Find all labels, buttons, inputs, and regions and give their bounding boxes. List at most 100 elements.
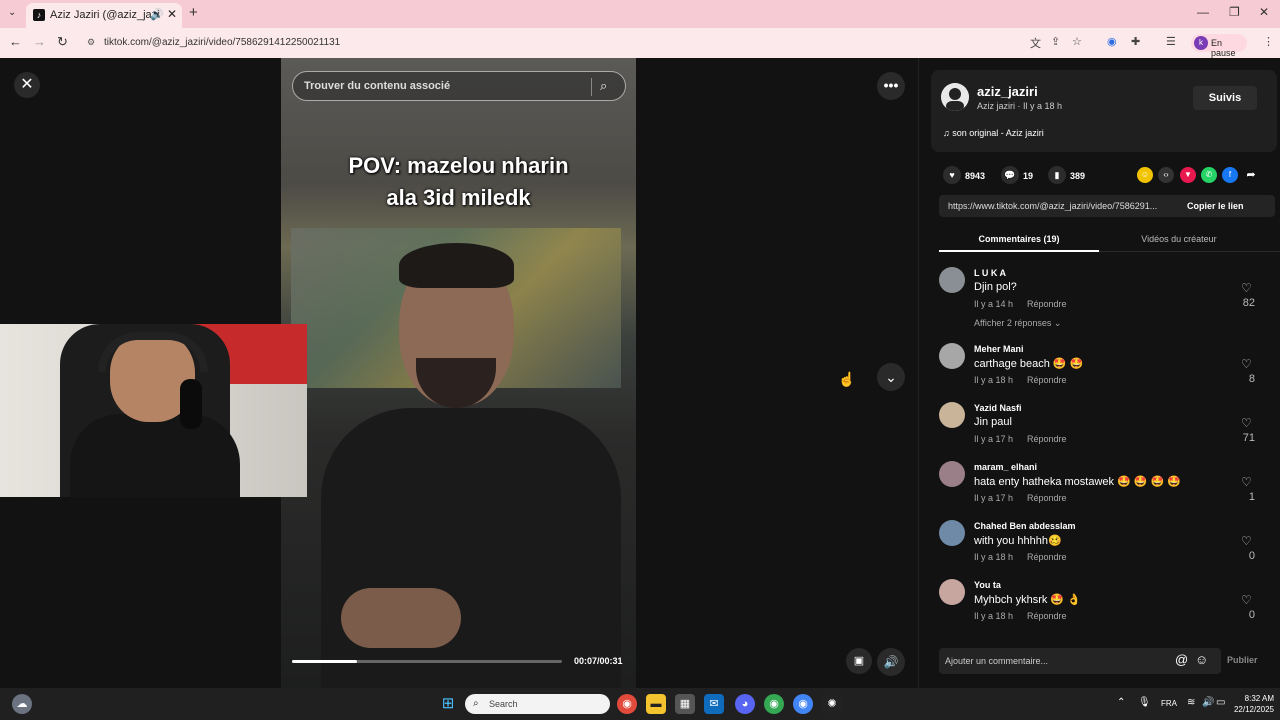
video-player[interactable]: POV: mazelou nharin ala 3id miledk [281, 58, 636, 688]
weather-widget-icon[interactable]: ☁ [12, 694, 32, 714]
volume-button[interactable]: 🔊 [877, 648, 905, 676]
comment-heart-icon[interactable]: ♡ [1241, 475, 1252, 489]
embed-code-icon[interactable]: ‹› [1158, 167, 1174, 183]
commenter-name[interactable]: Chahed Ben abdesslam [974, 521, 1076, 531]
reading-list-icon[interactable]: ☰ [1166, 35, 1176, 48]
taskbar-clock[interactable]: 8:32 AM 22/12/2025 [1228, 693, 1274, 715]
reply-button[interactable]: Répondre [1027, 611, 1067, 621]
emoji-icon[interactable]: ☺ [1195, 652, 1208, 667]
discord-icon[interactable]: ◕ [735, 694, 755, 714]
commenter-avatar[interactable] [939, 402, 965, 428]
profile-button[interactable]: k En pause [1191, 34, 1247, 58]
related-search-input[interactable]: Trouver du contenu associé ⌕ [292, 71, 626, 101]
reply-button[interactable]: Répondre [1027, 493, 1067, 503]
back-icon[interactable]: ← [9, 34, 22, 49]
taskbar-search[interactable]: ⌕ Search [465, 694, 610, 714]
whatsapp-icon[interactable]: ✆ [1201, 167, 1217, 183]
chrome-icon[interactable]: ◉ [617, 694, 637, 714]
commenter-name[interactable]: maram_ elhani [974, 462, 1037, 472]
tab-creator-videos[interactable]: Vidéos du créateur [1099, 226, 1259, 252]
reply-button[interactable]: Répondre [1027, 552, 1067, 562]
reply-button[interactable]: Répondre [1027, 299, 1067, 309]
store-icon[interactable]: ▦ [675, 694, 695, 714]
bookmark-star-icon[interactable]: ☆ [1072, 35, 1082, 48]
chrome-profile-icon[interactable]: ◉ [764, 694, 784, 714]
close-video-button[interactable]: ✕ [14, 72, 40, 98]
author-username[interactable]: aziz_jaziri [977, 84, 1038, 99]
search-icon[interactable]: ⌕ [600, 78, 607, 94]
battery-icon[interactable]: ▭ [1216, 697, 1225, 708]
reload-icon[interactable]: ↻ [57, 34, 68, 50]
video-link-url[interactable]: https://www.tiktok.com/@aziz_jaziri/vide… [948, 201, 1178, 211]
address-bar[interactable]: ⚙ tiktok.com/@aziz_jaziri/video/75862914… [82, 32, 1092, 54]
author-avatar[interactable] [941, 83, 969, 111]
send-icon[interactable]: ▼ [1180, 167, 1196, 183]
maximize-icon[interactable]: ❐ [1229, 5, 1240, 19]
comment-heart-icon[interactable]: ♡ [1241, 281, 1252, 295]
caption-line-2: ala 3id miledk [386, 185, 531, 210]
picture-in-picture-button[interactable]: ▣ [846, 648, 872, 674]
tab-close-icon[interactable]: ✕ [167, 7, 177, 21]
comment-heart-icon[interactable]: ♡ [1241, 416, 1252, 430]
install-app-icon[interactable]: ⇪ [1051, 35, 1060, 48]
comment-input[interactable]: Ajouter un commentaire... @ ☺ [939, 648, 1221, 674]
comment-heart-icon[interactable]: ♡ [1241, 357, 1252, 371]
speaker-icon[interactable]: 🔊 [1202, 697, 1214, 708]
video-caption-overlay: POV: mazelou nharin ala 3id miledk [281, 150, 636, 214]
minimize-icon[interactable]: — [1197, 5, 1209, 19]
ellipsis-icon: ••• [883, 77, 899, 93]
tray-chevron-icon[interactable]: ⌃ [1117, 697, 1125, 708]
show-replies-button[interactable]: Afficher 2 réponses ⌄ [974, 318, 1061, 329]
comment-heart-icon[interactable]: ♡ [1241, 534, 1252, 548]
reply-button[interactable]: Répondre [1027, 434, 1067, 444]
publish-button[interactable]: Publier [1227, 655, 1258, 665]
forward-icon[interactable]: → [33, 34, 46, 49]
commenter-name[interactable]: Meher Mani [974, 344, 1024, 354]
tab-audio-icon[interactable]: 🔊 [150, 8, 164, 21]
tab-list-chevron-icon[interactable]: ⌄ [8, 7, 16, 18]
commenter-name[interactable]: L U K A [974, 268, 1006, 278]
reply-button[interactable]: Répondre [1027, 375, 1067, 385]
commenter-avatar[interactable] [939, 579, 965, 605]
comment-heart-icon[interactable]: ♡ [1241, 593, 1252, 607]
wifi-icon[interactable]: ≋ [1187, 697, 1195, 708]
site-info-icon[interactable]: ⚙ [87, 37, 95, 48]
facebook-icon[interactable]: f [1222, 167, 1238, 183]
translate-icon[interactable]: 文 [1030, 35, 1041, 51]
commenter-avatar[interactable] [939, 267, 965, 293]
comment-time: Il y a 14 h [974, 299, 1014, 309]
comment-time: Il y a 18 h [974, 552, 1014, 562]
volume-icon: 🔊 [883, 655, 899, 669]
window-close-icon[interactable]: ✕ [1259, 5, 1269, 19]
commenter-avatar[interactable] [939, 461, 965, 487]
copy-link-button[interactable]: Copier le lien [1187, 201, 1244, 211]
windows-start-icon[interactable]: ⊞ [438, 694, 458, 714]
chrome-active-icon[interactable]: ◉ [793, 694, 813, 714]
browser-menu-icon[interactable]: ⋮ [1263, 35, 1274, 48]
extensions-puzzle-icon[interactable]: ✚ [1131, 35, 1140, 48]
comment-list[interactable]: L U K A Djin pol? Il y a 14 h Répondre ♡… [939, 263, 1273, 633]
microphone-tray-icon[interactable]: 🎙 [1138, 697, 1151, 708]
tab-comments[interactable]: Commentaires (19) [939, 226, 1099, 252]
mail-icon[interactable]: ✉ [704, 694, 724, 714]
new-tab-button[interactable]: + [189, 4, 198, 21]
commenter-avatar[interactable] [939, 343, 965, 369]
mention-icon[interactable]: @ [1175, 652, 1188, 667]
commenter-name[interactable]: Yazid Nasfi [974, 403, 1022, 413]
webcam-person-body [70, 414, 240, 497]
file-explorer-icon[interactable]: ▬ [646, 694, 666, 714]
friends-share-icon[interactable]: ☺ [1137, 167, 1153, 183]
browser-tab[interactable]: ♪ Aziz Jaziri (@aziz_jaziri) | Tik 🔊 ✕ [26, 3, 182, 28]
commenter-name[interactable]: You ta [974, 580, 1001, 590]
follow-button[interactable]: Suivis [1193, 86, 1257, 110]
comment-text: with you hhhhh🥴 [974, 535, 1062, 547]
share-arrow-icon[interactable]: ➦ [1243, 167, 1259, 183]
language-indicator[interactable]: FRA [1161, 699, 1177, 708]
more-options-button[interactable]: ••• [877, 72, 905, 100]
app-icon[interactable]: ✺ [822, 694, 842, 714]
music-link[interactable]: ♫ son original - Aziz jaziri [943, 128, 1044, 138]
extension-shield-icon[interactable]: ◉ [1107, 35, 1117, 48]
next-video-button[interactable]: ⌄ [877, 363, 905, 391]
commenter-avatar[interactable] [939, 520, 965, 546]
video-progress-bar[interactable] [292, 660, 562, 663]
